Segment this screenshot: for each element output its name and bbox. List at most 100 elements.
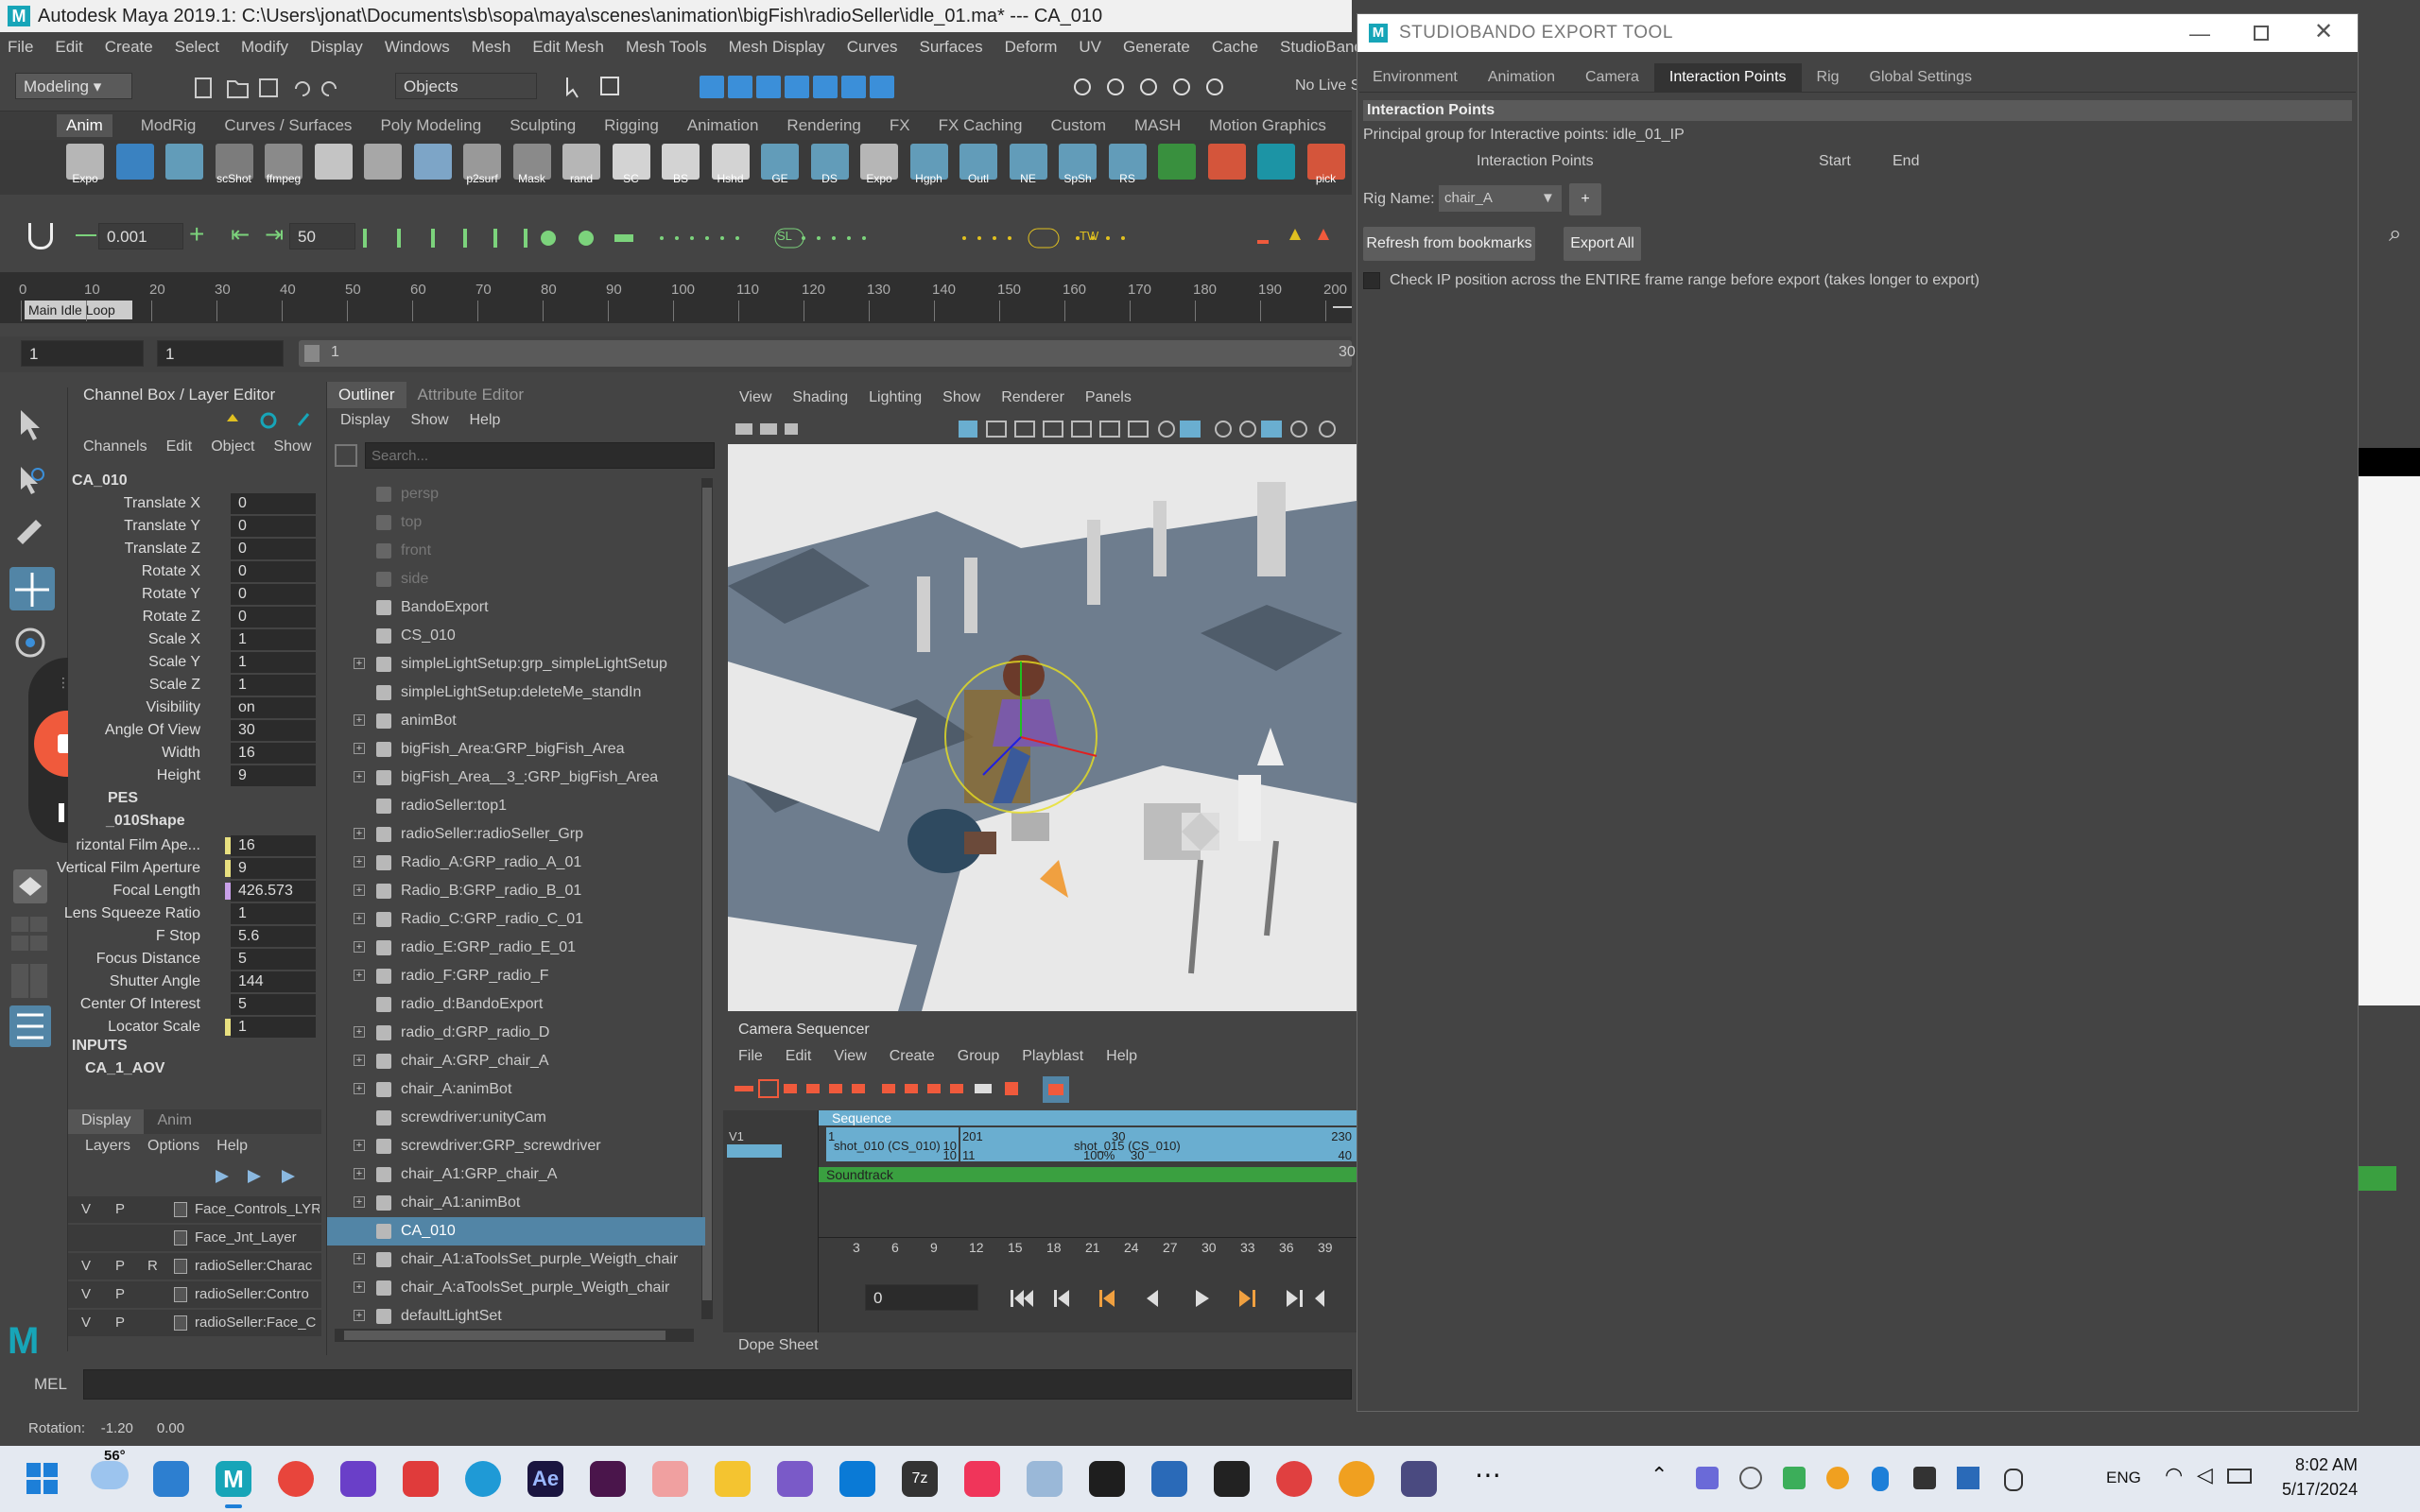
microphone-icon[interactable] — [2004, 1469, 2023, 1491]
outliner-menu-show[interactable]: Show — [410, 412, 448, 429]
after-effects-icon[interactable]: Ae — [527, 1461, 563, 1497]
menu-file[interactable]: File — [8, 38, 33, 57]
shelf-tab-animation[interactable]: Animation — [687, 116, 759, 135]
outliner-item[interactable]: + chair_A1:GRP_chair_A — [327, 1160, 705, 1189]
tray-app-icon-5[interactable] — [1957, 1467, 1979, 1489]
shelf-tab-rendering[interactable]: Rendering — [786, 116, 860, 135]
expand-icon[interactable]: + — [354, 658, 365, 669]
tab-attribute-editor[interactable]: Attribute Editor — [406, 382, 535, 408]
shelf-tab-modrig[interactable]: ModRig — [141, 116, 197, 135]
cb-menu-object[interactable]: Object — [211, 438, 254, 459]
3d-viewport[interactable] — [728, 444, 1357, 1011]
value-field[interactable]: 50 — [289, 223, 355, 249]
menu-windows[interactable]: Windows — [385, 38, 450, 57]
shape-channel-value[interactable]: 1 — [231, 1017, 316, 1038]
expand-icon[interactable]: + — [354, 885, 365, 896]
outliner-hscrollbar[interactable] — [335, 1329, 694, 1342]
shape-channel-row[interactable]: rizontal Film Ape... 16 — [68, 835, 321, 858]
channel-row[interactable]: Visibility on — [68, 697, 321, 720]
channel-value[interactable]: 1 — [231, 629, 316, 650]
layer-menu-help[interactable]: Help — [216, 1138, 248, 1159]
outliner-item[interactable]: + chair_A:animBot — [327, 1075, 705, 1104]
cb-object-name[interactable]: CA_010 — [72, 472, 128, 490]
channel-row[interactable]: Translate X 0 — [68, 493, 321, 516]
channel-value[interactable]: 1 — [231, 675, 316, 696]
expand-icon[interactable]: + — [354, 714, 365, 726]
menu-mesh-display[interactable]: Mesh Display — [729, 38, 825, 57]
wifi-icon[interactable]: ◠ — [2165, 1463, 2183, 1487]
vp-menu-view[interactable]: View — [739, 389, 771, 406]
outliner-item[interactable]: CS_010 — [327, 622, 705, 650]
bookmark-label[interactable]: Main Idle Loop — [25, 301, 132, 319]
sequencer-tools-icons[interactable] — [731, 1076, 1166, 1103]
maya-taskbar-icon[interactable]: M — [216, 1461, 251, 1497]
tray-app-icon[interactable] — [1696, 1467, 1719, 1489]
outliner-item[interactable]: + Radio_A:GRP_radio_A_01 — [327, 849, 705, 877]
layer-color-swatch[interactable] — [174, 1287, 187, 1302]
refresh-from-bookmarks-button[interactable]: Refresh from bookmarks — [1363, 227, 1535, 261]
range-start-field[interactable]: 1 — [21, 340, 144, 367]
outliner-item[interactable]: + Radio_C:GRP_radio_C_01 — [327, 905, 705, 934]
playback-start-field[interactable]: 1 — [157, 340, 284, 367]
tab-outliner[interactable]: Outliner — [327, 382, 406, 408]
expand-icon[interactable]: + — [354, 970, 365, 981]
channel-value[interactable]: 16 — [231, 743, 316, 764]
seq-menu-view[interactable]: View — [834, 1048, 866, 1065]
display-layer-row[interactable]: V P RradioSeller:Charac — [68, 1253, 321, 1280]
search-app-icon[interactable] — [1339, 1461, 1374, 1497]
channel-row[interactable]: Rotate X 0 — [68, 561, 321, 584]
sequence-bar[interactable]: Sequence — [819, 1110, 1357, 1125]
shape-channel-row[interactable]: Shutter Angle 144 — [68, 971, 321, 994]
close-icon[interactable]: ✕ — [2314, 18, 2333, 45]
seq-menu-help[interactable]: Help — [1106, 1048, 1137, 1065]
shelf-tab-anim[interactable]: Anim — [57, 114, 112, 137]
outliner-item[interactable]: side — [327, 565, 705, 593]
vivaldi-icon[interactable] — [403, 1461, 439, 1497]
menu-mesh-tools[interactable]: Mesh Tools — [626, 38, 707, 57]
check-ip-checkbox[interactable] — [1363, 272, 1380, 289]
tray-app-icon-2[interactable] — [1739, 1467, 1762, 1489]
outliner-item[interactable]: simpleLightSetup:deleteMe_standIn — [327, 679, 705, 707]
section-header[interactable]: Interaction Points — [1363, 100, 2352, 121]
shape-channel-row[interactable]: Vertical Film Aperture 9 — [57, 858, 321, 881]
outliner-menu-display[interactable]: Display — [340, 412, 389, 429]
shape-channel-row[interactable]: Lens Squeeze Ratio 1 — [64, 903, 321, 926]
battery-icon[interactable] — [2227, 1469, 2252, 1484]
expand-icon[interactable]: + — [354, 1083, 365, 1094]
expand-icon[interactable]: + — [354, 941, 365, 953]
app-icon-red[interactable] — [1276, 1461, 1312, 1497]
vp-menu-lighting[interactable]: Lighting — [869, 389, 922, 406]
channel-row[interactable]: Scale Y 1 — [68, 652, 321, 675]
clock-time[interactable]: 8:02 AM — [2295, 1455, 2358, 1475]
channel-value[interactable]: 0 — [231, 493, 316, 514]
expand-icon[interactable]: + — [354, 913, 365, 924]
copilot-icon[interactable] — [153, 1461, 189, 1497]
menuset-dropdown[interactable]: Modeling ▾ — [15, 73, 132, 99]
shelf-tab-curves[interactable]: Curves / Surfaces — [224, 116, 352, 135]
shape-channel-row[interactable]: Focus Distance 5 — [68, 949, 321, 971]
shape-channel-value[interactable]: 9 — [231, 858, 316, 879]
expand-icon[interactable]: + — [354, 1281, 365, 1293]
music-icon[interactable] — [964, 1461, 1000, 1497]
outliner-filter-icon[interactable] — [335, 444, 357, 467]
channel-row[interactable]: Translate Z 0 — [68, 539, 321, 561]
shelf-tab-poly[interactable]: Poly Modeling — [380, 116, 481, 135]
shelf-tab-fx[interactable]: FX — [890, 116, 910, 135]
outliner-item[interactable]: persp — [327, 480, 705, 508]
mel-input[interactable] — [83, 1369, 1352, 1400]
shape-channel-row[interactable]: Center Of Interest 5 — [68, 994, 321, 1017]
animbot-tools-icons[interactable] — [359, 219, 1342, 257]
layer-color-swatch[interactable] — [174, 1315, 187, 1331]
windows-start-icon[interactable] — [26, 1463, 59, 1495]
shelf-tab-mash[interactable]: MASH — [1134, 116, 1181, 135]
figma-icon[interactable] — [1089, 1461, 1125, 1497]
cb-menu-show[interactable]: Show — [273, 438, 311, 459]
layer-menu-layers[interactable]: Layers — [85, 1138, 130, 1159]
shelf-tab-fx-caching[interactable]: FX Caching — [939, 116, 1023, 135]
layer-tab-anim[interactable]: Anim — [144, 1109, 204, 1134]
shape-channel-value[interactable]: 16 — [231, 835, 316, 856]
maximize-icon[interactable] — [2254, 26, 2269, 41]
menu-uv[interactable]: UV — [1079, 38, 1101, 57]
shape-channel-row[interactable]: F Stop 5.6 — [68, 926, 321, 949]
layer-playback-toggle[interactable]: P — [115, 1281, 125, 1308]
